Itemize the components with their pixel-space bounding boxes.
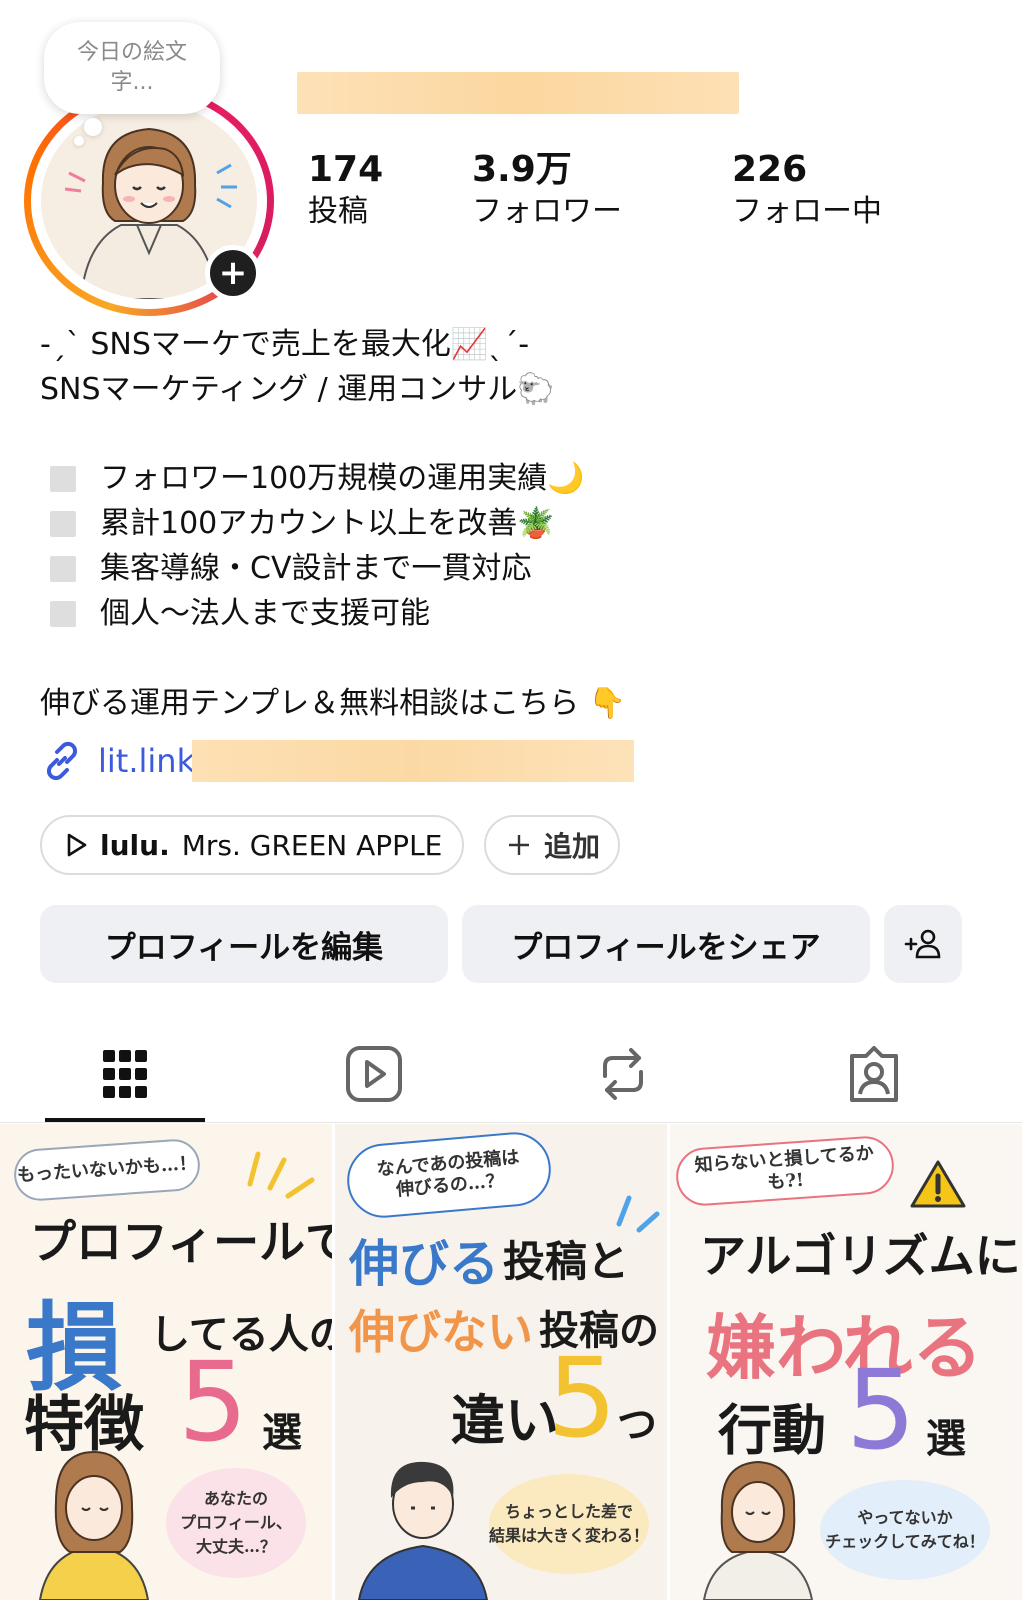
edit-profile-button[interactable]: プロフィールを編集 [40,905,448,983]
bullet-square-icon [50,600,76,627]
person-illustration [357,1461,489,1600]
bullet-square-icon [50,555,76,582]
post-title-highlight: 嫌われる [706,1306,983,1389]
bio-bullet: 累計100アカウント以上を改善🪴 [50,501,555,546]
person-illustration [702,1460,814,1600]
stat-posts-value: 174 [308,149,384,190]
plus-icon [509,835,529,855]
bio-line-2: SNSマーケティング / 運用コンサル🐑 [40,372,555,407]
tab-reposts[interactable] [543,1030,703,1118]
bio-line-1: -ˏˋ SNSマーケで売上を最大化📈ˎˊ- [40,327,530,362]
link-url-redacted [192,740,634,782]
post-footer-bubble: やってないか チェックしてみてね！ [820,1480,990,1580]
post-number: 5 [846,1346,916,1474]
post-title-suffix: 選 [262,1409,302,1456]
bio-cta: 伸びる運用テンプレ＆無料相談はこちら 👇 [40,686,626,721]
stat-following-label: フォロー中 [732,194,882,229]
post-title-line: プロフィールで [30,1215,332,1269]
post-title-highlight: 伸びる [349,1234,499,1293]
grid-post[interactable]: 知らないと損してるかも?! アルゴリズムに 嫌われる 行動 5 選 やってないか… [670,1124,1022,1600]
note-bubble-tail [84,118,102,136]
music-artist: Mrs. GREEN APPLE [181,828,443,862]
stat-following[interactable]: 226 フォロー中 [732,148,882,232]
post-title-highlight: 伸びない [349,1305,533,1359]
bio-bullet: 個人〜法人まで支援可能 [50,591,430,636]
post-bubble-text: なんであの投稿は 伸びるの…？ [375,1146,521,1201]
tab-tagged[interactable] [794,1030,954,1118]
warning-icon [910,1160,966,1208]
post-title-line: 投稿と [503,1237,630,1286]
post-number: 5 [178,1338,248,1466]
bio-bullet-text: フォロワー100万規模の運用実績🌙 [100,461,585,496]
bullet-square-icon [50,465,76,492]
add-person-icon [904,929,941,959]
person-illustration [38,1450,150,1600]
bio-bullet: 集客導線・CV設計まで一貫対応 [50,546,531,591]
bio-link-text: lit.link [98,742,196,780]
music-chip[interactable]: lulu. Mrs. GREEN APPLE [40,815,464,875]
stat-posts-label: 投稿 [308,194,368,229]
bio-bullet-text: 集客導線・CV設計まで一貫対応 [100,551,532,586]
post-bubble: なんであの投稿は 伸びるの…？ [344,1129,554,1221]
note-text: 今日の絵文字... [76,40,187,95]
note-bubble-tail-small [74,136,84,146]
reels-icon [346,1046,402,1102]
stat-followers-value: 3.9万 [472,149,572,190]
grid-icon [103,1050,147,1098]
grid-post[interactable]: なんであの投稿は 伸びるの…？ 伸びる 投稿と 伸びない 投稿の 違い 5 つ … [335,1124,667,1600]
bio-bullet: フォロワー100万規模の運用実績🌙 [50,456,585,501]
repost-icon [603,1048,643,1100]
tagged-icon [850,1046,898,1102]
add-chip-button[interactable]: 追加 [484,815,620,875]
post-title-suffix: 選 [926,1415,966,1462]
post-footer: あなたの プロフィール、 大丈夫…？ [180,1489,292,1556]
post-footer: ちょっとした差で 結果は大きく変わる！ [489,1502,650,1545]
bullet-square-icon [50,510,76,537]
username-redacted [297,72,739,114]
bio-bullet-text: 累計100アカウント以上を改善🪴 [100,506,555,541]
add-story-button[interactable]: + [205,245,261,301]
post-bubble: もったいないかも…！ [12,1137,202,1203]
stat-followers-label: フォロワー [472,194,622,229]
bio-link[interactable]: lit.link [40,738,195,784]
post-title-line: アルゴリズムに [700,1229,1021,1283]
post-footer: やってないか チェックしてみてね！ [825,1508,985,1551]
music-title: lulu. [100,828,170,862]
post-footer-bubble: ちょっとした差で 結果は大きく変わる！ [489,1474,649,1574]
share-profile-button[interactable]: プロフィールをシェア [462,905,870,983]
plus-icon: + [218,253,248,293]
stat-posts[interactable]: 174 投稿 [308,148,383,232]
bio-bullet-text: 個人〜法人まで支援可能 [100,596,430,631]
play-icon [67,833,87,857]
post-number: 5 [547,1334,617,1462]
grid-post[interactable]: もったいないかも…！ プロフィールで 損 してる人の 特徴 5 選 あなたの プ… [0,1124,332,1600]
add-chip-label: 追加 [544,830,601,863]
post-bubble: 知らないと損してるかも?! [674,1134,896,1208]
sparkle-icon [247,1151,315,1199]
discover-people-button[interactable] [884,905,962,983]
stat-following-value: 226 [732,149,808,190]
tab-divider [0,1122,1022,1123]
note-bubble[interactable]: 今日の絵文字... [44,22,220,114]
tab-reels[interactable] [294,1030,454,1118]
post-footer-bubble: あなたの プロフィール、 大丈夫…？ [166,1468,306,1578]
post-title-suffix: つ [617,1401,657,1448]
tab-posts-grid[interactable] [45,1030,205,1118]
link-icon [46,741,78,781]
stat-followers[interactable]: 3.9万 フォロワー [472,148,622,232]
